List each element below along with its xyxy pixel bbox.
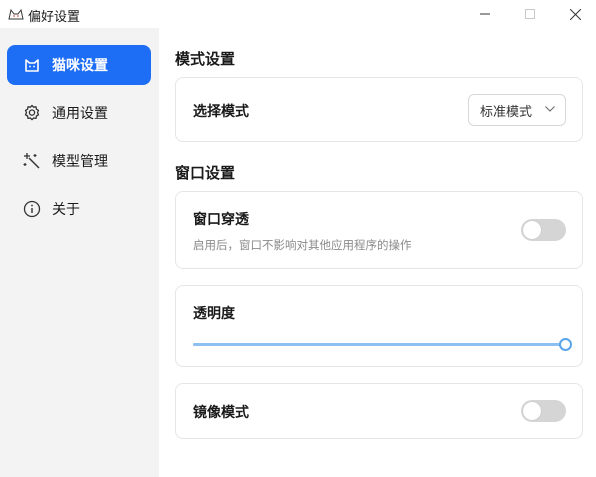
sidebar-item-cat-settings[interactable]: 猫咪设置 [7, 45, 151, 85]
gear-icon [23, 104, 41, 122]
close-button[interactable] [552, 0, 596, 28]
opacity-slider[interactable] [193, 338, 572, 351]
sidebar: 猫咪设置 通用设置 模型管理 关于 [0, 28, 159, 477]
mode-select[interactable]: 标准模式 [468, 94, 566, 126]
magic-wand-icon [23, 152, 41, 170]
sidebar-item-label: 通用设置 [52, 106, 108, 122]
toggle-knob [523, 221, 541, 239]
passthrough-toggle[interactable] [521, 219, 566, 241]
toggle-knob [523, 402, 541, 420]
sidebar-item-label: 关于 [52, 202, 80, 218]
opacity-slider-fill [193, 343, 565, 346]
sidebar-item-label: 模型管理 [52, 154, 108, 170]
maximize-button[interactable] [507, 0, 553, 28]
mode-select-card: 选择模式 标准模式 [175, 77, 583, 142]
select-mode-label: 选择模式 [193, 104, 249, 120]
opacity-label: 透明度 [193, 306, 235, 322]
sidebar-item-general-settings[interactable]: 通用设置 [7, 93, 151, 133]
mode-section-title: 模式设置 [175, 50, 236, 68]
passthrough-label: 窗口穿透 [193, 212, 249, 228]
sidebar-item-label: 猫咪设置 [52, 58, 108, 74]
chevron-down-icon [545, 106, 555, 112]
opacity-slider-handle[interactable] [558, 338, 572, 351]
sidebar-item-model-management[interactable]: 模型管理 [7, 141, 151, 181]
info-icon [23, 200, 41, 218]
window-title: 偏好设置 [28, 10, 81, 25]
maximize-icon [525, 9, 535, 19]
mirror-mode-label: 镜像模式 [193, 405, 249, 421]
passthrough-card: 窗口穿透 启用后，窗口不影响对其他应用程序的操作 [175, 191, 583, 269]
title-bar: 偏好设置 [0, 0, 596, 28]
mirror-toggle[interactable] [521, 400, 566, 422]
window-section-title: 窗口设置 [175, 164, 236, 182]
sidebar-item-about[interactable]: 关于 [7, 189, 151, 229]
minimize-button[interactable] [462, 0, 508, 28]
minimize-icon [480, 13, 490, 15]
cat-icon [23, 56, 41, 74]
opacity-card: 透明度 [175, 285, 583, 367]
mode-select-value: 标准模式 [480, 104, 533, 120]
main-content: 模式设置 选择模式 标准模式 窗口设置 窗口穿透 启用后，窗口不影响对其他应用程… [159, 28, 596, 477]
close-icon [569, 8, 581, 20]
passthrough-description: 启用后，窗口不影响对其他应用程序的操作 [193, 238, 412, 252]
cat-icon [8, 6, 24, 20]
mirror-card: 镜像模式 [175, 383, 583, 439]
